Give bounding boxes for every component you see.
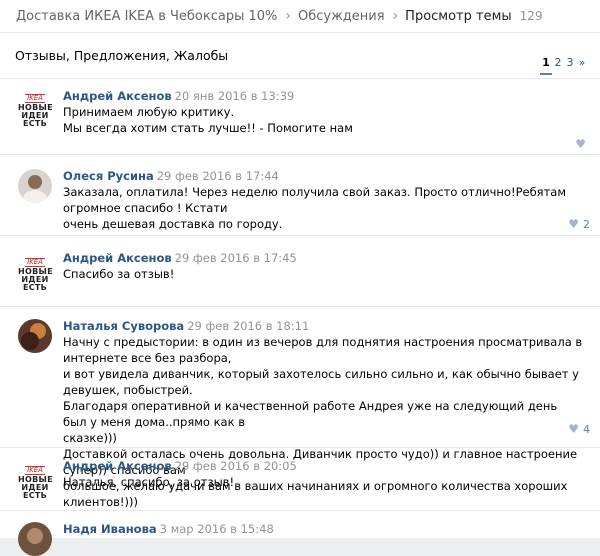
like-button[interactable]: ♥	[575, 137, 590, 151]
ikea-logo: IKEA	[25, 258, 45, 267]
post: Надя Иванова 3 мар 2016 в 15:48	[0, 510, 600, 556]
post-date[interactable]: 29 фев 2016 в 20:05	[175, 459, 297, 473]
author-name[interactable]: Андрей Аксенов	[63, 89, 172, 103]
breadcrumb-discussions-link[interactable]: Обсуждения	[298, 9, 385, 24]
post-line: Благодаря оперативной и качественной раб…	[63, 399, 558, 429]
author-name[interactable]: Наталья Суворова	[63, 319, 184, 333]
avatar[interactable]	[18, 169, 52, 203]
like-count: 4	[583, 422, 590, 436]
post: Олеся Русина 29 фев 2016 в 17:44 Заказала…	[0, 154, 600, 234]
post-author[interactable]: Андрей Аксенов 29 фев 2016 в 17:45	[63, 251, 297, 265]
post-text: Спасибо за отзыв!	[63, 266, 583, 282]
like-button[interactable]: ♥ 4	[568, 422, 590, 436]
avatar-slogan: НОВЫЕ ИДЕИ ЕСТЬ	[18, 475, 53, 500]
avatar-image	[18, 522, 52, 556]
chevron-right-icon: ›	[392, 8, 399, 24]
post-author[interactable]: Наталья Суворова 29 фев 2016 в 18:11	[63, 319, 309, 333]
breadcrumb: Доставка ИКЕА IKEA в Чебоксары 10% › Обс…	[0, 0, 600, 33]
avatar[interactable]: IKEA НОВЫЕ ИДЕИ ЕСТЬ	[18, 251, 53, 292]
page-3[interactable]: 3	[564, 56, 576, 75]
page-next[interactable]: »	[576, 56, 588, 75]
comment-count: 129	[519, 9, 543, 23]
post-line: Мы всегда хотим стать лучше!! - Помогите…	[63, 121, 353, 135]
page-2[interactable]: 2	[552, 56, 564, 75]
avatar[interactable]: IKEA НОВЫЕ ИДЕИ ЕСТЬ	[18, 459, 53, 500]
post-date[interactable]: 29 фев 2016 в 17:44	[157, 169, 279, 183]
avatar[interactable]: IKEA НОВЫЕ ИДЕИ ЕСТЬ	[18, 87, 53, 128]
post: IKEA НОВЫЕ ИДЕИ ЕСТЬ Андрей Аксенов 20 ян…	[0, 78, 600, 153]
post-line: очень дешевая доставка по городу.	[63, 217, 283, 231]
post-line: Наталья, спасибо, за отзыв!	[63, 475, 235, 489]
breadcrumb-group-link[interactable]: Доставка ИКЕА IKEA в Чебоксары 10%	[16, 9, 277, 24]
heart-icon: ♥	[575, 137, 586, 151]
post-line: и вот увидела диванчик, который захотело…	[63, 367, 579, 397]
ikea-logo: IKEA	[25, 94, 45, 103]
post-author[interactable]: Надя Иванова 3 мар 2016 в 15:48	[63, 522, 274, 536]
ikea-logo: IKEA	[25, 466, 45, 475]
post-text: Заказала, оплатила! Через неделю получил…	[63, 184, 583, 232]
avatar[interactable]	[18, 522, 52, 556]
like-count: 2	[583, 217, 590, 231]
post-line: сказке)))	[63, 431, 117, 445]
post-line: Спасибо за отзыв!	[63, 267, 175, 281]
avatar-slogan: НОВЫЕ ИДЕИ ЕСТЬ	[18, 267, 53, 292]
breadcrumb-current: Просмотр темы	[405, 8, 512, 24]
post-line: Заказала, оплатила! Через неделю получил…	[63, 185, 567, 215]
post-date[interactable]: 3 мар 2016 в 15:48	[160, 522, 274, 536]
post-text: Принимаем любую критику. Мы всегда хотим…	[63, 104, 583, 136]
post-line: Начну с предыстории: в один из вечеров д…	[63, 335, 583, 365]
chevron-right-icon: ›	[285, 8, 291, 24]
post: Наталья Суворова 29 фев 2016 в 18:11 Начн…	[0, 306, 600, 509]
topic-title: Отзывы, Предложения, Жалобы	[15, 48, 229, 63]
heart-icon: ♥	[568, 422, 579, 436]
post: IKEA НОВЫЕ ИДЕИ ЕСТЬ Андрей Аксенов 29 фе…	[0, 235, 600, 305]
post-date[interactable]: 29 фев 2016 в 17:45	[175, 251, 297, 265]
page-1[interactable]: 1	[540, 56, 552, 75]
post-author[interactable]: Олеся Русина 29 фев 2016 в 17:44	[63, 169, 279, 183]
heart-icon: ♥	[568, 217, 579, 231]
topic-page: Доставка ИКЕА IKEA в Чебоксары 10% › Обс…	[0, 0, 600, 556]
post-author[interactable]: Андрей Аксенов 20 янв 2016 в 13:39	[63, 89, 294, 103]
post-date[interactable]: 29 фев 2016 в 18:11	[187, 319, 309, 333]
author-name[interactable]: Надя Иванова	[63, 522, 157, 536]
post: IKEA НОВЫЕ ИДЕИ ЕСТЬ Андрей Аксенов 29 фе…	[0, 447, 600, 509]
post-author[interactable]: Андрей Аксенов 29 фев 2016 в 20:05	[63, 459, 297, 473]
author-name[interactable]: Андрей Аксенов	[63, 459, 172, 473]
avatar[interactable]	[18, 319, 52, 353]
post-line: Принимаем любую критику.	[63, 105, 235, 119]
post-text: Наталья, спасибо, за отзыв!	[63, 474, 583, 490]
author-name[interactable]: Олеся Русина	[63, 169, 154, 183]
avatar-slogan: НОВЫЕ ИДЕИ ЕСТЬ	[18, 103, 53, 128]
author-name[interactable]: Андрей Аксенов	[63, 251, 172, 265]
avatar-image	[18, 169, 52, 203]
pagination: 1 2 3 »	[540, 56, 588, 75]
like-button[interactable]: ♥ 2	[568, 217, 590, 231]
avatar-image	[18, 319, 52, 353]
post-date[interactable]: 20 янв 2016 в 13:39	[175, 89, 295, 103]
